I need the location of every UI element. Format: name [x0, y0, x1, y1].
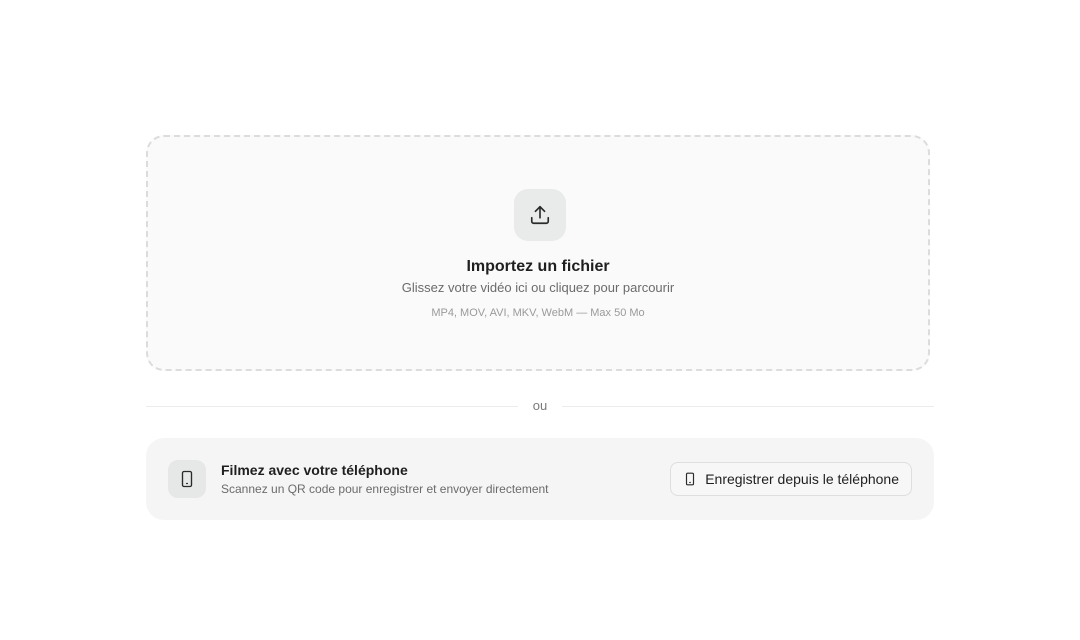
phone-record-card: Filmez avec votre téléphone Scannez un Q… [146, 438, 934, 520]
phone-icon-badge [168, 460, 206, 498]
file-dropzone[interactable]: Importez un fichier Glissez votre vidéo … [146, 135, 930, 371]
phone-title: Filmez avec votre téléphone [221, 462, 408, 478]
upload-formats: MP4, MOV, AVI, MKV, WebM — Max 50 Mo [431, 307, 645, 319]
upload-icon-badge [514, 189, 566, 241]
phone-subtitle: Scannez un QR code pour enregistrer et e… [221, 482, 549, 496]
upload-subtitle: Glissez votre vidéo ici ou cliquez pour … [401, 280, 675, 295]
page: Importez un fichier Glissez votre vidéo … [0, 0, 1080, 640]
record-from-phone-button[interactable]: Enregistrer depuis le téléphone [670, 462, 912, 496]
record-button-label: Enregistrer depuis le téléphone [705, 471, 899, 487]
smartphone-icon [683, 471, 697, 487]
divider-line-right [562, 406, 934, 407]
upload-icon [530, 205, 550, 225]
upload-title: Importez un fichier [466, 258, 610, 275]
or-divider: ou [146, 396, 934, 416]
smartphone-icon [181, 470, 193, 488]
